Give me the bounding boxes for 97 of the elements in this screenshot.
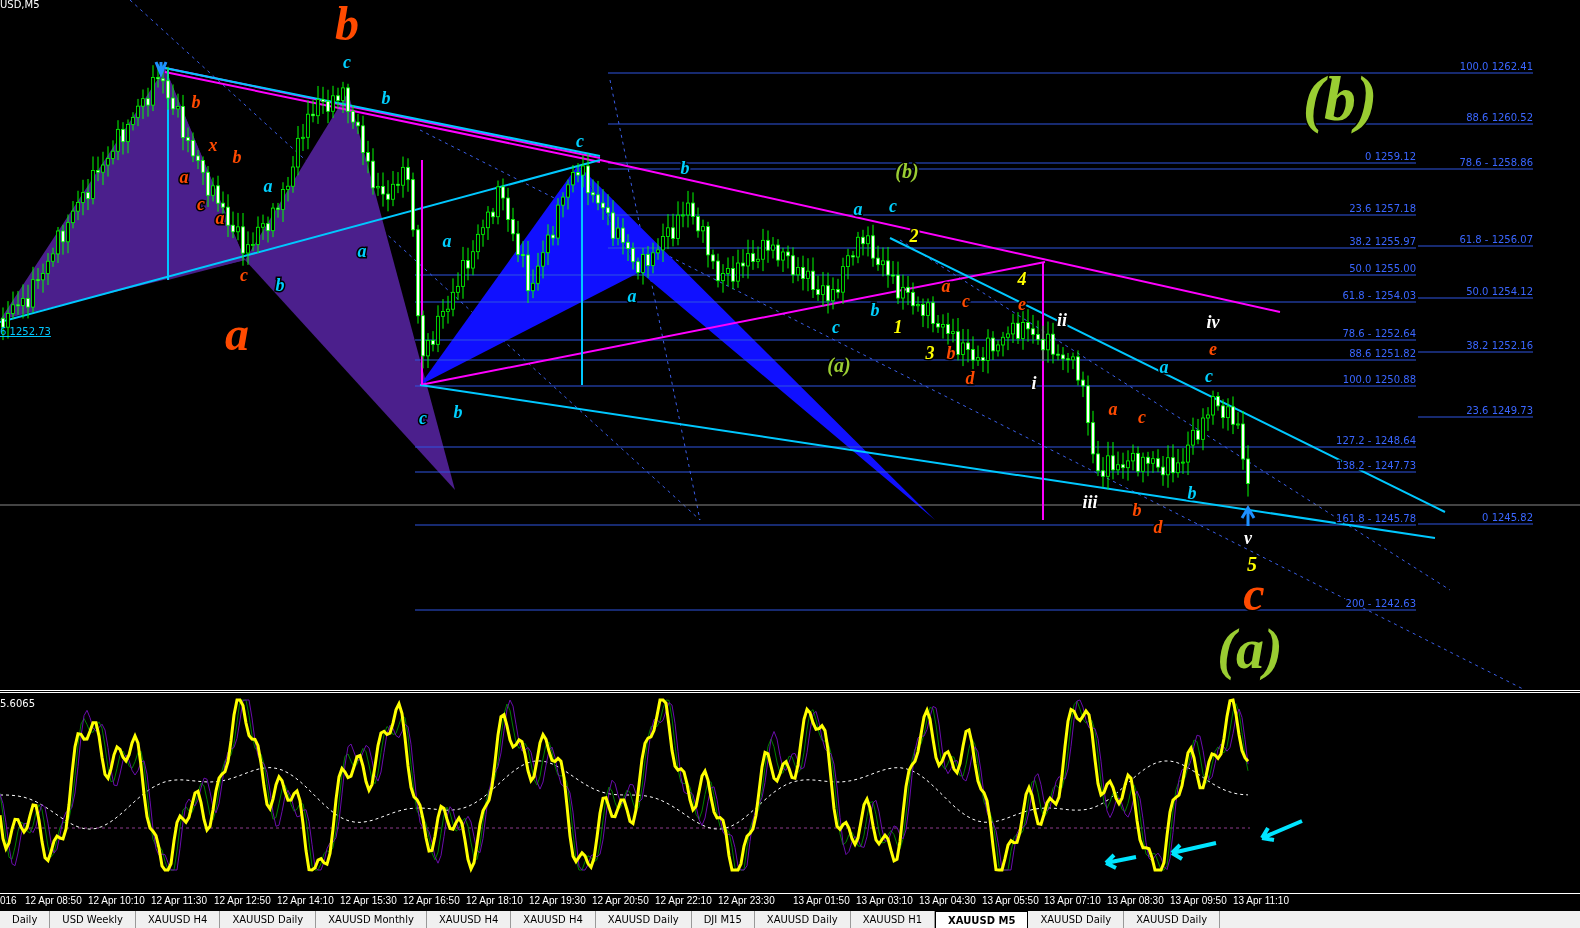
arrow-up-icon [1240, 505, 1256, 528]
time-axis-label: 016 [0, 895, 17, 906]
wave-label: a [225, 307, 249, 360]
wave-label: d [1153, 517, 1163, 537]
arrow-left-icon [1104, 853, 1138, 870]
wave-label: c [889, 196, 897, 216]
oscillator-value: 5.6065 [0, 698, 35, 709]
wave-label: 1 [893, 317, 903, 337]
time-axis-label: 13 Apr 09:50 [1170, 895, 1227, 906]
time-axis-label: 13 Apr 08:30 [1107, 895, 1164, 906]
fibonacci-level-label: 161.8 - 1245.78 [1336, 513, 1416, 524]
time-axis-label: 12 Apr 19:30 [529, 895, 586, 906]
wave-label: a [263, 176, 273, 196]
time-axis-label: 13 Apr 01:50 [793, 895, 850, 906]
time-axis-label: 12 Apr 14:10 [277, 895, 334, 906]
fibonacci-level-label: 38.2 1252.16 [1466, 340, 1533, 351]
fibonacci-level-label: 88.6 1260.52 [1466, 112, 1533, 123]
wave-label: v [1244, 528, 1252, 548]
arrow-down-left-icon [1260, 819, 1304, 842]
time-axis-label: 12 Apr 12:50 [214, 895, 271, 906]
fibonacci-level-label: 61.8 - 1254.03 [1342, 290, 1416, 301]
time-axis-label: 13 Apr 11:10 [1233, 895, 1289, 906]
fibonacci-level-label: 127.2 - 1248.64 [1336, 435, 1416, 446]
wave-label: (a) [827, 354, 851, 376]
wave-label: c [576, 131, 584, 151]
wave-label: a [179, 167, 189, 187]
wave-label: c [962, 291, 970, 311]
fibonacci-level-label: 200 - 1242.63 [1345, 598, 1416, 609]
fibonacci-level-label: 23.6 1249.73 [1466, 405, 1533, 416]
wave-label: iv [1206, 312, 1220, 332]
time-axis-label: 12 Apr 20:50 [592, 895, 649, 906]
wave-label: b [191, 92, 201, 112]
wave-label: b [680, 158, 690, 178]
wave-label: (b) [895, 160, 919, 182]
wave-label: b [1187, 483, 1197, 503]
wave-label: c [240, 265, 248, 285]
time-axis-label: 12 Apr 15:30 [340, 895, 397, 906]
time-axis-label: 12 Apr 16:50 [403, 895, 460, 906]
wave-label: a [627, 286, 637, 306]
wave-label: a [215, 208, 225, 228]
arrow-down-icon [154, 60, 168, 78]
fibonacci-level-label: 50.0 1255.00 [1349, 263, 1416, 274]
wave-label: 2 [909, 226, 919, 246]
fibonacci-level-label: 100.0 1250.88 [1342, 374, 1416, 385]
wave-label: a [853, 199, 863, 219]
wave-label: c [197, 194, 205, 214]
time-axis-label: 13 Apr 05:50 [982, 895, 1039, 906]
wave-label: b [1132, 500, 1142, 520]
wave-label: b [232, 147, 242, 167]
wave-label: b [870, 300, 880, 320]
fibonacci-level-label: 88.6 1251.82 [1349, 348, 1416, 359]
wave-label: c [343, 52, 351, 72]
wave-label: 4 [1017, 269, 1027, 289]
arrow-left-icon [1170, 841, 1218, 861]
time-axis-label: 12 Apr 10:10 [88, 895, 145, 906]
fibonacci-level-label: 23.6 1257.18 [1349, 203, 1416, 214]
wave-label: c [1138, 407, 1146, 427]
wave-label: c [419, 408, 427, 428]
time-axis-label: 13 Apr 03:10 [856, 895, 913, 906]
fibonacci-level-label: 78.6 - 1258.86 [1459, 157, 1533, 168]
time-axis-label: 13 Apr 07:10 [1044, 895, 1101, 906]
wave-label: a [1108, 399, 1118, 419]
wave-label: i [1031, 373, 1037, 393]
time-axis-label: 13 Apr 04:30 [919, 895, 976, 906]
wave-label: b [335, 0, 359, 50]
wave-label: d [965, 368, 975, 388]
wave-label: 3 [925, 343, 935, 363]
wave-label: b [453, 402, 463, 422]
fibonacci-level-label: 61.8 - 1256.07 [1459, 234, 1533, 245]
wave-label: e [1209, 339, 1217, 359]
wave-label: (a) [1217, 618, 1283, 680]
fibonacci-level-label: 38.2 1255.97 [1349, 236, 1416, 247]
wave-label: c [1205, 366, 1213, 386]
wave-label: b [381, 88, 391, 108]
fibonacci-level-label: 50.0 1254.12 [1466, 286, 1533, 297]
time-axis-label: 12 Apr 18:10 [466, 895, 523, 906]
wave-label: a [357, 241, 367, 261]
price-tag: 6 1252.73 [0, 326, 51, 337]
wave-label: b [275, 275, 285, 295]
time-axis-label: 12 Apr 22:10 [655, 895, 712, 906]
time-axis-label: 12 Apr 23:30 [718, 895, 775, 906]
wave-label: iii [1082, 492, 1098, 512]
symbol-label: USD,M5 [0, 0, 40, 10]
wave-label: c [832, 317, 840, 337]
fibonacci-level-label: 78.6 - 1252.64 [1342, 328, 1416, 339]
wave-label: a [941, 276, 951, 296]
wave-label: a [442, 231, 452, 251]
fibonacci-level-label: 0 1259.12 [1365, 151, 1416, 162]
wave-label: (b) [1302, 63, 1378, 134]
fibonacci-level-label: 100.0 1262.41 [1459, 61, 1533, 72]
wave-label: b [946, 343, 956, 363]
wave-label: x [208, 135, 218, 155]
time-axis-label: 12 Apr 08:50 [25, 895, 82, 906]
wave-label: a [1159, 357, 1169, 377]
fibonacci-level-label: 0 1245.82 [1482, 512, 1533, 523]
chart-tab[interactable]: XAUUSD M5 [935, 911, 1029, 928]
time-axis-label: 12 Apr 11:30 [151, 895, 207, 906]
